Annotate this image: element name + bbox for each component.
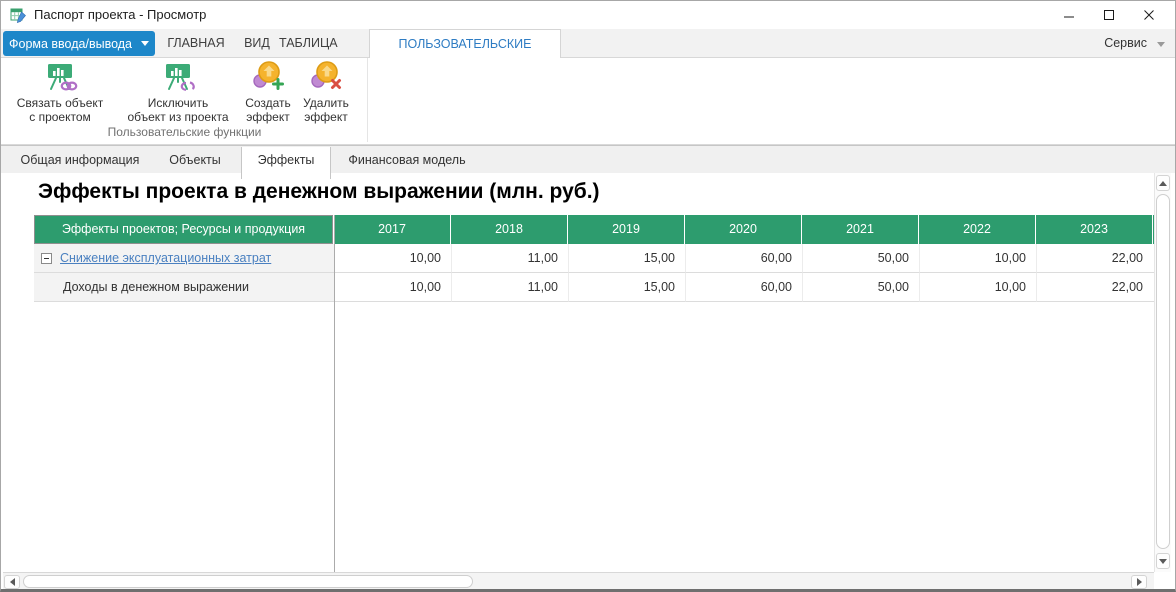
scroll-right-button[interactable] bbox=[1131, 575, 1147, 589]
minimize-button[interactable] bbox=[1049, 1, 1089, 29]
grid-header-year[interactable]: 2021 bbox=[802, 215, 919, 244]
horizontal-scrollbar[interactable] bbox=[3, 572, 1154, 589]
grid-header-year[interactable]: 2023 bbox=[1036, 215, 1153, 244]
button-label-line1: Связать объект bbox=[16, 96, 104, 110]
arrow-right-icon bbox=[1136, 578, 1142, 586]
vertical-scrollbar-thumb[interactable] bbox=[1156, 194, 1170, 549]
page-tab-general-info[interactable]: Общая информация bbox=[7, 147, 153, 174]
grid-header-year[interactable]: 2020 bbox=[685, 215, 802, 244]
maximize-button[interactable] bbox=[1089, 1, 1129, 29]
effect-label-cell[interactable]: Снижение эксплуатационных затрат bbox=[34, 244, 334, 273]
window-title: Паспорт проекта - Просмотр bbox=[34, 7, 207, 22]
ribbon-tab-strip: Форма ввода/вывода ГЛАВНАЯ ВИД ТАБЛИЦА П… bbox=[1, 29, 1175, 79]
create-effect-button[interactable]: Создать эффект bbox=[241, 61, 295, 124]
value-cell[interactable]: 10,00 bbox=[919, 273, 1036, 302]
ribbon-tab-vid[interactable]: ВИД bbox=[239, 29, 275, 57]
income-label-cell[interactable]: Доходы в денежном выражении bbox=[34, 273, 334, 302]
service-chevron-down-icon[interactable] bbox=[1157, 42, 1165, 47]
value-cell[interactable]: 11,00 bbox=[451, 273, 568, 302]
chevron-down-icon bbox=[141, 41, 149, 46]
button-label-line2: объект из проекта bbox=[127, 110, 229, 124]
value-cell[interactable]: 11,00 bbox=[451, 244, 568, 273]
frozen-pane-splitter[interactable] bbox=[334, 215, 335, 572]
button-label-line2: эффект bbox=[246, 110, 290, 124]
effects-grid: Эффекты проектов; Ресурсы и продукция 20… bbox=[34, 215, 1155, 302]
unlink-object-icon bbox=[166, 64, 195, 91]
grid-header-effects-column[interactable]: Эффекты проектов; Ресурсы и продукция bbox=[34, 215, 334, 244]
grid-row-effect[interactable]: Снижение эксплуатационных затрат 10,00 1… bbox=[34, 244, 1155, 273]
button-label-line1: Исключить bbox=[147, 96, 209, 110]
scroll-up-button[interactable] bbox=[1156, 175, 1170, 191]
grid-header-year[interactable]: 2022 bbox=[919, 215, 1036, 244]
button-label-line1: Удалить bbox=[303, 96, 349, 110]
grid-header-year[interactable]: 2017 bbox=[334, 215, 451, 244]
arrow-up-icon bbox=[1159, 180, 1167, 186]
ribbon-body: Связать объект с проектом Исключить объе… bbox=[1, 58, 1175, 145]
link-object-icon bbox=[48, 64, 78, 91]
form-io-label: Форма ввода/вывода bbox=[8, 36, 132, 51]
ribbon-tab-user-functions[interactable]: ПОЛЬЗОВАТЕЛЬСКИЕ ФУНКЦИИ bbox=[369, 29, 561, 79]
ribbon-tab-tablitsa[interactable]: ТАБЛИЦА bbox=[279, 29, 338, 57]
delete-effect-icon bbox=[311, 61, 341, 89]
user-functions-group: Связать объект с проектом Исключить объе… bbox=[1, 58, 368, 142]
arrow-down-icon bbox=[1159, 558, 1167, 564]
scroll-left-button[interactable] bbox=[4, 575, 20, 589]
app-spreadsheet-icon bbox=[10, 8, 26, 23]
ribbon-tab-glavnaya[interactable]: ГЛАВНАЯ bbox=[166, 29, 226, 57]
value-cell[interactable]: 10,00 bbox=[334, 273, 451, 302]
value-cell[interactable]: 10,00 bbox=[919, 244, 1036, 273]
service-menu[interactable]: Сервис bbox=[1104, 29, 1147, 57]
create-effect-icon bbox=[253, 61, 284, 90]
value-cell[interactable]: 15,00 bbox=[568, 244, 685, 273]
page-tab-effects[interactable]: Эффекты bbox=[241, 147, 331, 179]
arrow-left-icon bbox=[9, 578, 15, 586]
grid-header-year[interactable]: 2019 bbox=[568, 215, 685, 244]
unlink-object-button[interactable]: Исключить объект из проекта bbox=[115, 61, 241, 124]
link-object-button[interactable]: Связать объект с проектом bbox=[7, 61, 113, 124]
button-label-line2: с проектом bbox=[29, 110, 91, 124]
delete-effect-button[interactable]: Удалить эффект bbox=[297, 61, 355, 124]
page-tab-strip: Общая информация Объекты Эффекты Финансо… bbox=[1, 145, 1175, 179]
value-cell[interactable]: 15,00 bbox=[568, 273, 685, 302]
value-cell[interactable]: 50,00 bbox=[802, 273, 919, 302]
page-tab-objects[interactable]: Объекты bbox=[153, 147, 237, 174]
value-cell[interactable]: 22,00 bbox=[1036, 273, 1153, 302]
grid-header-row: Эффекты проектов; Ресурсы и продукция 20… bbox=[34, 215, 1155, 244]
collapse-toggle-icon[interactable] bbox=[41, 252, 52, 264]
ribbon-group-label: Пользовательские функции bbox=[107, 125, 262, 139]
vertical-scrollbar[interactable] bbox=[1154, 173, 1171, 572]
minimize-icon bbox=[1064, 16, 1074, 18]
scroll-down-button[interactable] bbox=[1156, 553, 1170, 569]
close-icon bbox=[1144, 10, 1154, 20]
app-window: Паспорт проекта - Просмотр Форма ввода/в… bbox=[0, 0, 1176, 592]
button-label-line2: эффект bbox=[304, 110, 348, 124]
maximize-icon bbox=[1104, 10, 1114, 20]
effects-page: Эффекты проекта в денежном выражении (мл… bbox=[1, 173, 1155, 572]
close-button[interactable] bbox=[1129, 1, 1169, 29]
effect-link[interactable]: Снижение эксплуатационных затрат bbox=[60, 251, 271, 265]
value-cell[interactable]: 60,00 bbox=[685, 244, 802, 273]
value-cell[interactable]: 60,00 bbox=[685, 273, 802, 302]
value-cell[interactable]: 50,00 bbox=[802, 244, 919, 273]
form-io-dropdown-button[interactable]: Форма ввода/вывода bbox=[3, 31, 155, 56]
income-label: Доходы в денежном выражении bbox=[63, 280, 250, 294]
grid-row-income[interactable]: Доходы в денежном выражении 10,00 11,00 … bbox=[34, 273, 1155, 302]
page-title: Эффекты проекта в денежном выражении (мл… bbox=[38, 180, 600, 203]
grid-header-year[interactable]: 2018 bbox=[451, 215, 568, 244]
page-tab-financial-model[interactable]: Финансовая модель bbox=[331, 147, 483, 174]
value-cell[interactable]: 10,00 bbox=[334, 244, 451, 273]
button-label-line1: Создать bbox=[245, 96, 291, 110]
value-cell[interactable]: 22,00 bbox=[1036, 244, 1153, 273]
horizontal-scrollbar-thumb[interactable] bbox=[23, 575, 473, 588]
title-bar: Паспорт проекта - Просмотр bbox=[1, 1, 1175, 29]
